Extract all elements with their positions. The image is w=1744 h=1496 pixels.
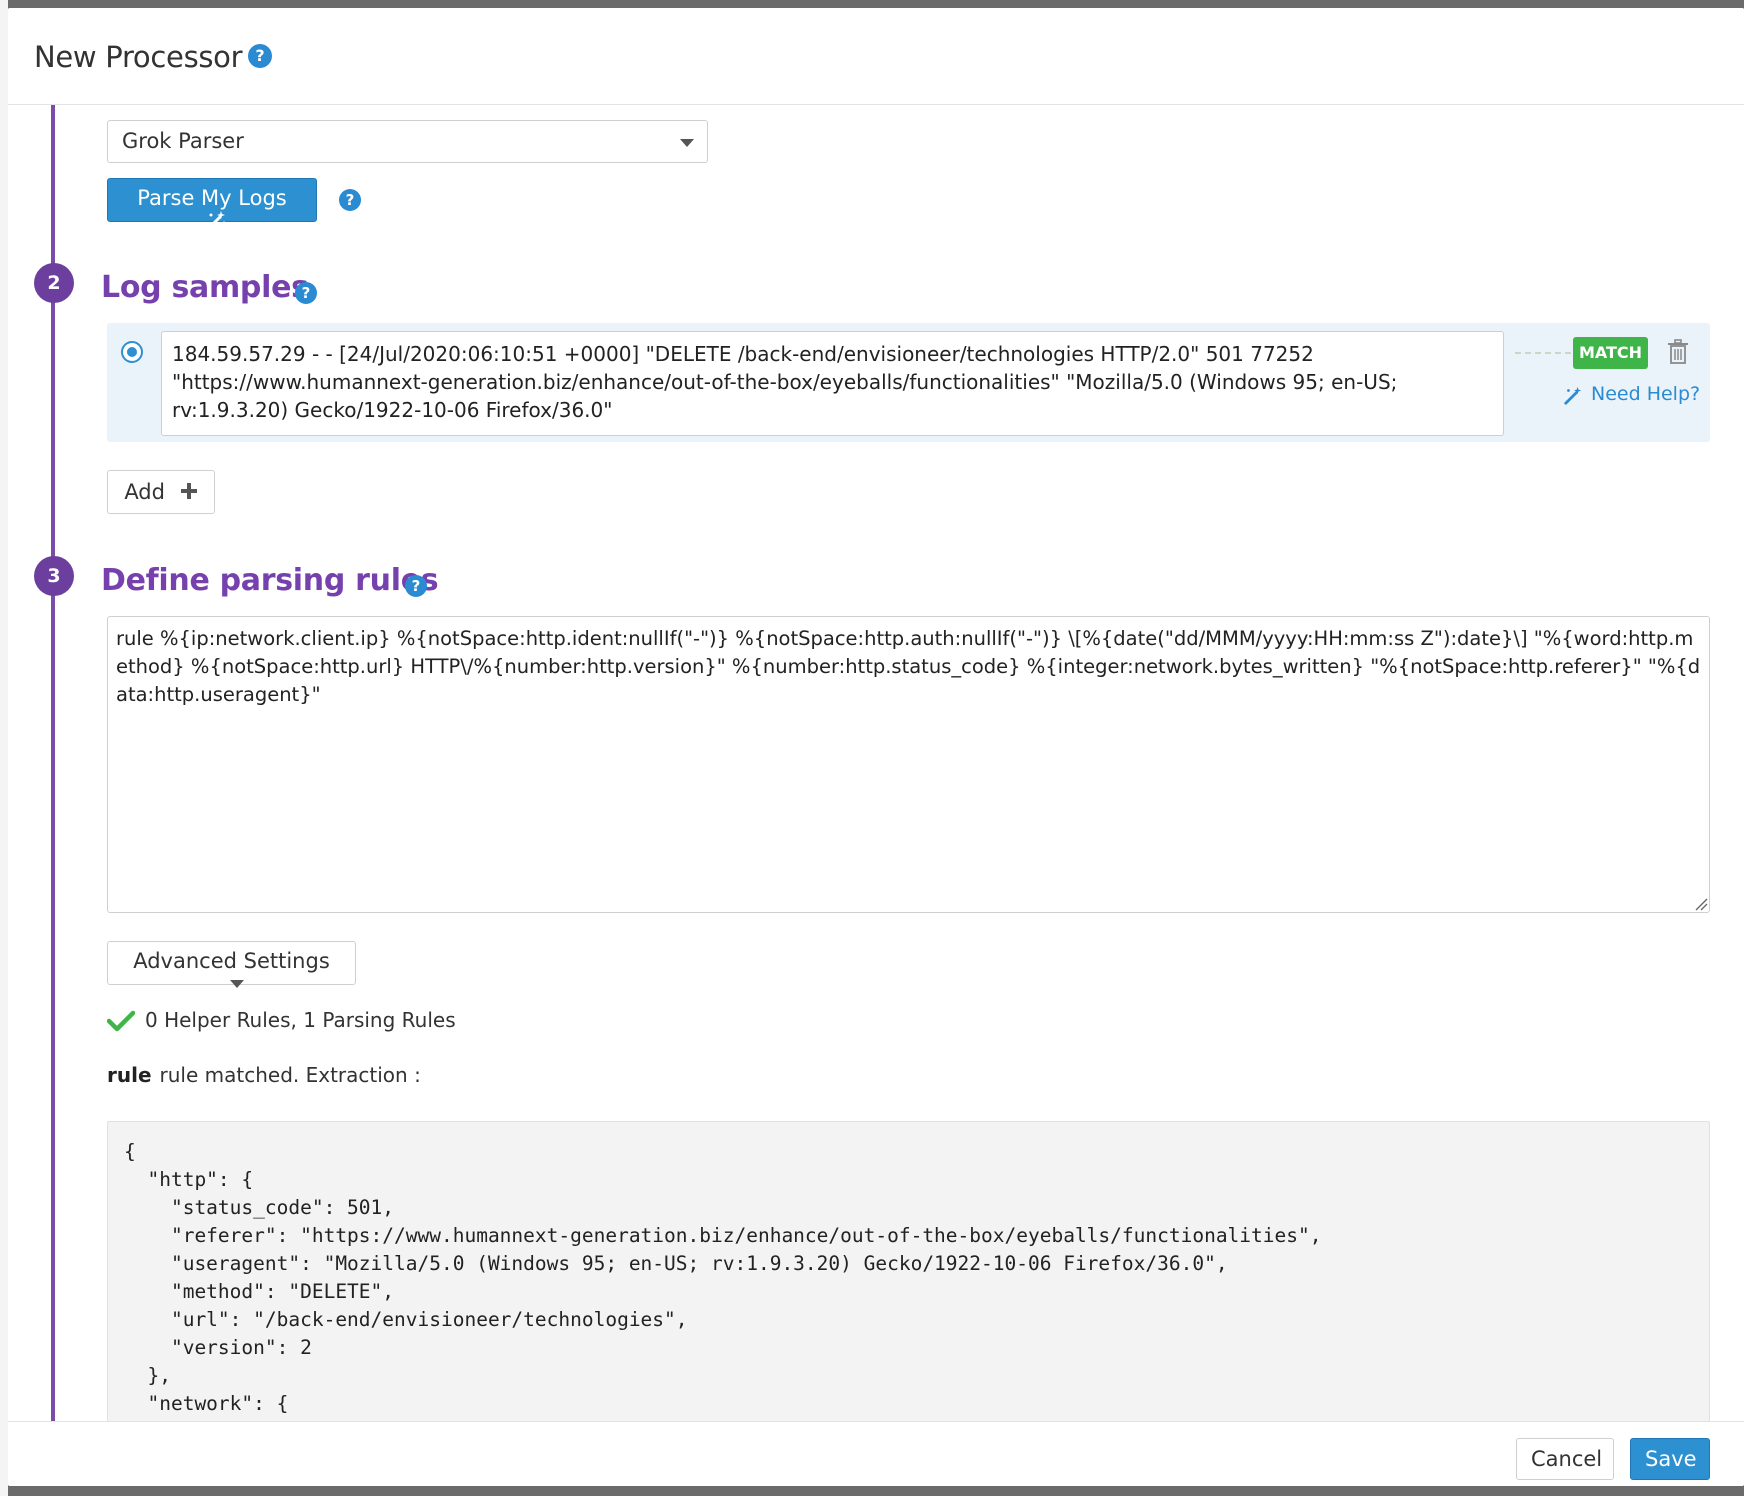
log-sample-radio[interactable] bbox=[121, 341, 143, 363]
need-help-wand-icon bbox=[1563, 386, 1583, 410]
new-processor-modal: New Processor ? Grok Parser Parse My Log… bbox=[8, 8, 1744, 1486]
trash-icon[interactable] bbox=[1667, 339, 1689, 369]
log-sample-input[interactable]: 184.59.57.29 - - [24/Jul/2020:06:10:51 +… bbox=[161, 331, 1504, 436]
log-samples-help-icon[interactable]: ? bbox=[295, 282, 317, 304]
parsing-rules-help-icon[interactable]: ? bbox=[405, 575, 427, 597]
advanced-settings-button[interactable]: Advanced Settings bbox=[107, 941, 356, 988]
rule-match-text: rule matched. Extraction : bbox=[159, 1063, 421, 1087]
step-3-badge: 3 bbox=[34, 556, 74, 596]
parse-my-logs-label: Parse My Logs bbox=[137, 186, 287, 210]
log-sample-row: 184.59.57.29 - - [24/Jul/2020:06:10:51 +… bbox=[107, 323, 1710, 442]
plus-icon bbox=[180, 481, 198, 505]
step-2-badge: 2 bbox=[34, 263, 74, 303]
cancel-button[interactable]: Cancel bbox=[1516, 1438, 1614, 1480]
checkmark-icon bbox=[106, 1010, 136, 1036]
rule-name: rule bbox=[107, 1063, 152, 1087]
resize-grip-icon[interactable] bbox=[1694, 896, 1708, 915]
title-help-icon[interactable]: ? bbox=[248, 44, 272, 68]
add-sample-button[interactable]: Add bbox=[107, 470, 215, 514]
parse-help-icon[interactable]: ? bbox=[339, 189, 361, 211]
log-samples-heading: Log samples bbox=[101, 270, 309, 305]
match-connector bbox=[1515, 352, 1571, 354]
magic-wand-icon bbox=[205, 210, 227, 237]
background-page-strip bbox=[0, 0, 8, 1496]
add-sample-label: Add bbox=[124, 479, 165, 504]
save-button[interactable]: Save bbox=[1630, 1438, 1710, 1480]
parsing-rules-heading: Define parsing rules bbox=[101, 563, 439, 598]
extraction-output: { "http": { "status_code": 501, "referer… bbox=[107, 1121, 1710, 1421]
modal-title: New Processor bbox=[34, 40, 243, 74]
rules-count-summary: 0 Helper Rules, 1 Parsing Rules bbox=[145, 1008, 456, 1032]
match-status-badge: MATCH bbox=[1573, 337, 1648, 369]
chevron-down-icon bbox=[680, 139, 694, 147]
chevron-down-icon bbox=[229, 980, 244, 988]
modal-body[interactable]: Grok Parser Parse My Logs ? 2 Log sample… bbox=[8, 105, 1744, 1421]
need-help-link[interactable]: Need Help? bbox=[1591, 383, 1700, 405]
modal-footer: Cancel Save bbox=[8, 1421, 1744, 1486]
processor-type-value: Grok Parser bbox=[122, 129, 244, 153]
advanced-settings-label: Advanced Settings bbox=[133, 949, 330, 973]
parsing-rules-textarea[interactable]: rule %{ip:network.client.ip} %{notSpace:… bbox=[107, 616, 1710, 913]
modal-header: New Processor ? bbox=[8, 8, 1744, 105]
rule-match-status: rule rule matched. Extraction : bbox=[107, 1063, 421, 1087]
processor-type-select[interactable]: Grok Parser bbox=[107, 120, 708, 163]
parse-my-logs-button[interactable]: Parse My Logs bbox=[107, 178, 317, 231]
